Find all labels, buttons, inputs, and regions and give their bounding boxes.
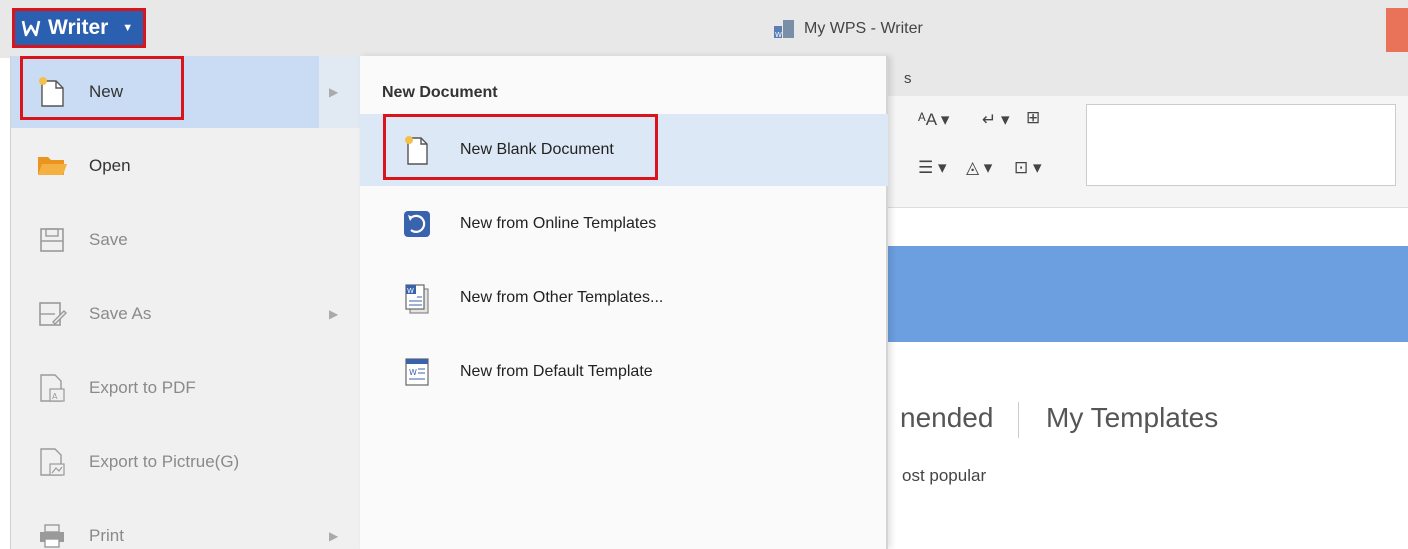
paragraph-spacing-icon[interactable]: ☰ ▾ [918,158,947,178]
chevron-right-icon: ▶ [329,529,339,543]
blank-document-icon [400,132,434,168]
title-bar: Writer ▼ W My WPS - Writer [0,0,1408,58]
menu-item-label: New [89,82,124,101]
menu-item-label: Print [89,526,124,545]
default-template-icon: W [400,354,434,390]
export-pdf-icon: A [35,371,69,405]
submenu-item-label: New from Default Template [460,363,653,380]
window-title-text: My WPS - Writer [804,20,923,37]
svg-text:W: W [407,287,414,295]
submenu-item-new-from-other-templates[interactable]: W New from Other Templates... [360,262,888,334]
templates-banner [886,246,1408,342]
table-icon[interactable]: ⊞ [1026,108,1040,128]
line-break-icon[interactable]: ↵ ▾ [982,110,1010,130]
menu-item-new[interactable]: New ▶ [11,56,338,128]
other-templates-icon: W [400,280,434,316]
export-picture-icon [35,445,69,479]
submenu-item-label: New from Online Templates [460,215,657,232]
font-grow-icon[interactable]: ᴬA ▾ [918,110,949,130]
writer-logo-icon [21,20,41,37]
save-as-icon [35,297,69,331]
borders-icon[interactable]: ⊡ ▾ [1014,158,1042,178]
ribbon-tabs: s [886,58,1408,96]
menu-item-print[interactable]: Print ▶ [11,500,361,549]
menu-item-label: Save [89,230,128,249]
menu-item-label: Export to Pictrue(G) [89,452,240,471]
writer-app-label: Writer [48,16,109,39]
folder-open-icon [35,149,69,183]
chevron-right-icon: ▶ [329,85,339,99]
file-menu: New ▶ Open Save Save As ▶ A Export to PD… [10,56,361,549]
ribbon-toolbar: ᴬA ▾ ↵ ▾ ⊞ ☰ ▾ ◬ ▾ ⊡ ▾ [886,96,1408,208]
window-title: W My WPS - Writer [772,18,923,40]
svg-text:W: W [775,31,782,39]
submenu-item-new-from-online-templates[interactable]: New from Online Templates [360,188,888,260]
window-control-close-edge[interactable] [1386,8,1408,52]
menu-item-export-pdf[interactable]: A Export to PDF [11,352,361,424]
shading-icon[interactable]: ◬ ▾ [966,158,992,178]
menu-item-save-as[interactable]: Save As ▶ [11,278,361,350]
svg-text:A: A [52,392,58,401]
menu-item-label: Save As [89,304,152,323]
submenu-title: New Document [382,84,498,101]
tab-divider [1018,402,1019,438]
new-document-submenu: New Document New Blank Document New from… [360,56,888,549]
printer-icon [35,519,69,549]
svg-text:W: W [409,368,417,377]
menu-item-export-picture[interactable]: Export to Pictrue(G) [11,426,361,498]
submenu-item-new-from-default-template[interactable]: W New from Default Template [360,336,888,408]
submenu-item-label: New from Other Templates... [460,289,664,306]
tab-my-templates[interactable]: My Templates [1046,402,1218,434]
submenu-item-label: New Blank Document [460,141,614,158]
chevron-down-icon: ▼ [122,22,134,34]
save-icon [35,223,69,257]
menu-item-save[interactable]: Save [11,204,361,276]
writer-app-menu-button[interactable]: Writer ▼ [12,8,146,48]
chevron-right-icon: ▶ [329,307,339,321]
new-submenu-arrow-zone[interactable] [319,56,361,128]
online-templates-icon [400,206,434,242]
ribbon-tab-fragment[interactable]: s [904,70,912,87]
tab-recommended[interactable]: nended [900,402,993,434]
styles-gallery[interactable] [1086,104,1396,186]
most-popular-label: ost popular [902,466,987,485]
menu-item-label: Export to PDF [89,378,196,397]
new-document-icon [35,75,69,109]
menu-item-label: Open [89,156,131,175]
submenu-item-new-blank-document[interactable]: New Blank Document [360,114,888,186]
wps-document-icon: W [774,20,794,39]
menu-item-open[interactable]: Open [11,130,361,202]
